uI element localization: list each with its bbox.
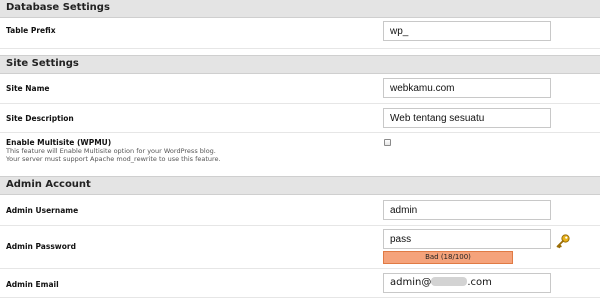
multisite-checkbox[interactable] bbox=[384, 139, 391, 146]
divider bbox=[0, 268, 600, 269]
database-settings-header: Database Settings bbox=[0, 0, 600, 18]
password-strength-meter: Bad (18/100) bbox=[383, 251, 513, 264]
divider bbox=[0, 103, 600, 104]
site-description-label: Site Description bbox=[6, 114, 74, 123]
divider bbox=[0, 225, 600, 226]
multisite-label: Enable Multisite (WPMU) bbox=[6, 138, 112, 147]
section-title: Site Settings bbox=[6, 58, 79, 69]
divider bbox=[0, 297, 600, 298]
admin-email-input[interactable]: admin@ .com bbox=[383, 273, 551, 293]
email-prefix: admin@ bbox=[390, 277, 432, 288]
site-name-label: Site Name bbox=[6, 84, 50, 93]
site-name-input[interactable] bbox=[383, 78, 551, 98]
divider bbox=[0, 132, 600, 133]
key-icon[interactable] bbox=[555, 233, 571, 249]
table-prefix-input[interactable] bbox=[383, 21, 551, 41]
divider bbox=[0, 48, 600, 49]
email-suffix: .com bbox=[467, 277, 492, 288]
table-prefix-label: Table Prefix bbox=[6, 26, 56, 35]
admin-email-label: Admin Email bbox=[6, 280, 59, 289]
admin-username-label: Admin Username bbox=[6, 206, 79, 215]
admin-password-input[interactable] bbox=[383, 229, 551, 249]
admin-username-input[interactable] bbox=[383, 200, 551, 220]
blurred-domain bbox=[431, 277, 468, 286]
section-title: Database Settings bbox=[6, 2, 110, 13]
admin-account-header: Admin Account bbox=[0, 176, 600, 195]
site-description-input[interactable] bbox=[383, 108, 551, 128]
admin-password-label: Admin Password bbox=[6, 242, 76, 251]
section-title: Admin Account bbox=[6, 179, 91, 190]
site-settings-header: Site Settings bbox=[0, 55, 600, 74]
multisite-hint: Your server must support Apache mod_rewr… bbox=[6, 155, 221, 163]
